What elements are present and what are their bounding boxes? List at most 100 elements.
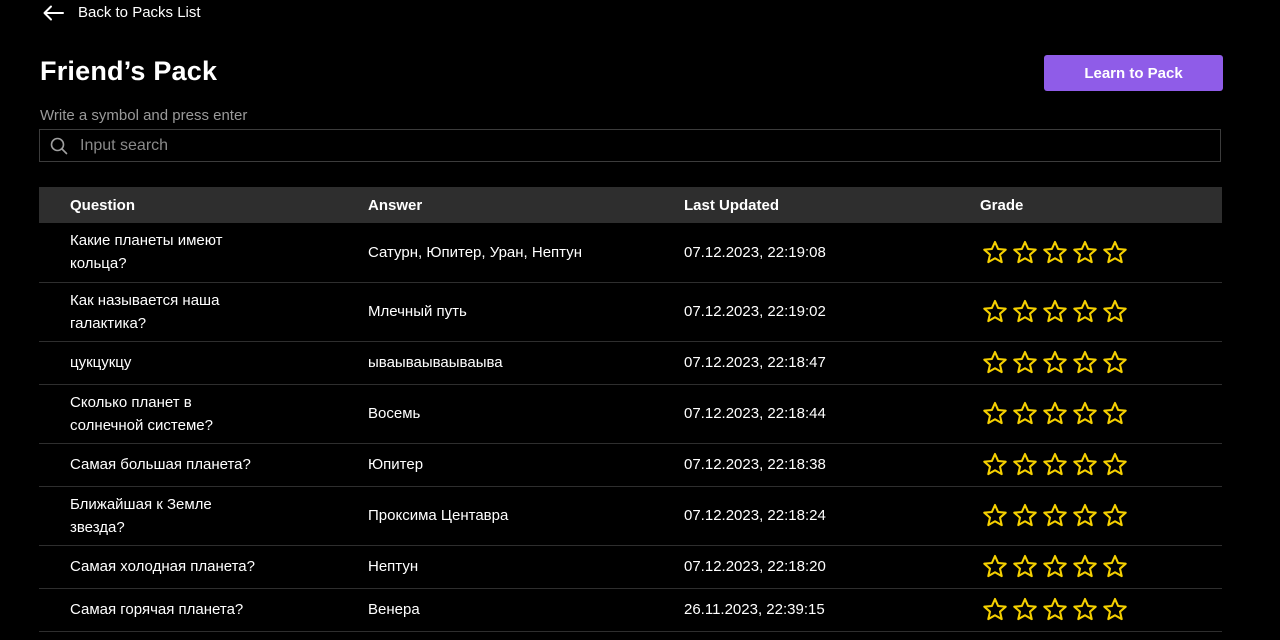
star-outline-icon[interactable] — [982, 299, 1008, 324]
grade-stars — [982, 554, 1222, 579]
cell-question: Сколько планет в солнечной системе? — [39, 384, 368, 443]
page: Back to Packs List Friend’s Pack Learn t… — [0, 0, 1280, 640]
star-outline-icon[interactable] — [982, 350, 1008, 375]
page-title: Friend’s Pack — [40, 56, 218, 86]
search-icon — [50, 137, 68, 155]
star-outline-icon[interactable] — [1012, 554, 1038, 579]
star-outline-icon[interactable] — [1072, 554, 1098, 579]
star-outline-icon[interactable] — [1042, 299, 1068, 324]
star-outline-icon[interactable] — [1072, 452, 1098, 477]
question-text: Ближайшая к Земле звезда? — [70, 495, 212, 536]
table-row: Ближайшая к Земле звезда? Проксима Центав… — [39, 486, 1222, 545]
star-outline-icon[interactable] — [1072, 597, 1098, 622]
cards-table: Question Answer Last Updated Grade Какие… — [39, 187, 1222, 632]
cell-grade — [980, 282, 1222, 341]
star-outline-icon[interactable] — [982, 597, 1008, 622]
star-outline-icon[interactable] — [1102, 401, 1128, 426]
cell-grade — [980, 341, 1222, 384]
star-outline-icon[interactable] — [1072, 299, 1098, 324]
question-text: Самая горячая планета? — [70, 601, 244, 618]
cell-answer: Проксима Центавра — [368, 507, 509, 524]
cell-grade — [980, 588, 1222, 631]
cell-question: Какие планеты имеют кольца? — [39, 223, 368, 282]
cell-answer: Юпитер — [368, 456, 424, 473]
table-row: Самая горячая планета? Венера 26.11.2023, … — [39, 588, 1222, 631]
table-row: Самая холодная планета? Нептун 07.12.2023,… — [39, 545, 1222, 588]
table-row: Какие планеты имеют кольца? Сатурн, Юпите… — [39, 223, 1222, 282]
cell-question: Самая большая планета? — [39, 443, 368, 486]
star-outline-icon[interactable] — [982, 452, 1008, 477]
column-header-grade[interactable]: Grade — [980, 187, 1222, 223]
star-outline-icon[interactable] — [1072, 240, 1098, 265]
cell-last-updated: 07.12.2023, 22:19:08 — [684, 243, 826, 261]
arrow-left-icon — [42, 5, 64, 21]
cell-last-updated: 07.12.2023, 22:19:02 — [684, 303, 826, 320]
grade-stars — [982, 503, 1222, 528]
grade-stars — [982, 597, 1222, 622]
star-outline-icon[interactable] — [1042, 597, 1068, 622]
star-outline-icon[interactable] — [982, 401, 1008, 426]
cell-question: Самая холодная планета? — [39, 545, 368, 588]
cell-grade — [980, 545, 1222, 588]
star-outline-icon[interactable] — [1042, 240, 1068, 265]
question-text: Самая холодная планета? — [70, 558, 255, 575]
cell-answer: ываываываываыва — [368, 354, 503, 371]
star-outline-icon[interactable] — [1102, 350, 1128, 375]
cell-grade — [980, 223, 1222, 282]
question-text: Какие планеты имеют кольца? — [70, 232, 223, 273]
star-outline-icon[interactable] — [1102, 452, 1128, 477]
table-row: Самая большая планета? Юпитер 07.12.2023, … — [39, 443, 1222, 486]
question-text: Самая большая планета? — [70, 456, 251, 473]
grade-stars — [982, 240, 1222, 265]
question-text: Сколько планет в солнечной системе? — [70, 393, 213, 434]
grade-stars — [982, 452, 1222, 477]
star-outline-icon[interactable] — [1012, 401, 1038, 426]
star-outline-icon[interactable] — [1042, 350, 1068, 375]
star-outline-icon[interactable] — [1042, 554, 1068, 579]
table-body: Какие планеты имеют кольца? Сатурн, Юпите… — [39, 223, 1222, 631]
star-outline-icon[interactable] — [1042, 401, 1068, 426]
table-header-row: Question Answer Last Updated Grade — [39, 187, 1222, 223]
cell-answer: Нептун — [368, 558, 419, 575]
star-outline-icon[interactable] — [1042, 452, 1068, 477]
cell-question: Самая горячая планета? — [39, 588, 368, 631]
back-to-packs-link[interactable]: Back to Packs List — [42, 4, 201, 21]
search-box — [39, 129, 1221, 162]
column-header-question[interactable]: Question — [39, 187, 368, 223]
search-input[interactable] — [78, 129, 1220, 162]
column-header-last-updated[interactable]: Last Updated — [684, 187, 980, 223]
star-outline-icon[interactable] — [982, 503, 1008, 528]
star-outline-icon[interactable] — [1012, 503, 1038, 528]
cell-last-updated: 07.12.2023, 22:18:24 — [684, 507, 826, 524]
cell-last-updated: 07.12.2023, 22:18:44 — [684, 405, 826, 422]
column-header-answer[interactable]: Answer — [368, 187, 684, 223]
star-outline-icon[interactable] — [1102, 503, 1128, 528]
cell-answer: Восемь — [368, 405, 421, 422]
star-outline-icon[interactable] — [1012, 299, 1038, 324]
star-outline-icon[interactable] — [1072, 503, 1098, 528]
star-outline-icon[interactable] — [1102, 240, 1128, 265]
star-outline-icon[interactable] — [1102, 554, 1128, 579]
star-outline-icon[interactable] — [1102, 299, 1128, 324]
cell-question: Ближайшая к Земле звезда? — [39, 486, 368, 545]
star-outline-icon[interactable] — [1072, 401, 1098, 426]
star-outline-icon[interactable] — [1012, 240, 1038, 265]
cell-grade — [980, 384, 1222, 443]
cell-last-updated: 07.12.2023, 22:18:47 — [684, 354, 826, 371]
search-hint: Write a symbol and press enter — [40, 107, 248, 124]
star-outline-icon[interactable] — [982, 554, 1008, 579]
question-text: Как называется наша галактика? — [70, 291, 220, 332]
star-outline-icon[interactable] — [1012, 350, 1038, 375]
cell-last-updated: 26.11.2023, 22:39:15 — [684, 601, 825, 618]
learn-to-pack-button[interactable]: Learn to Pack — [1044, 55, 1223, 91]
star-outline-icon[interactable] — [1042, 503, 1068, 528]
star-outline-icon[interactable] — [1102, 597, 1128, 622]
cell-answer: Венера — [368, 601, 420, 618]
star-outline-icon[interactable] — [1072, 350, 1098, 375]
cell-last-updated: 07.12.2023, 22:18:20 — [684, 558, 826, 575]
star-outline-icon[interactable] — [1012, 452, 1038, 477]
star-outline-icon[interactable] — [1012, 597, 1038, 622]
cell-last-updated: 07.12.2023, 22:18:38 — [684, 456, 826, 473]
star-outline-icon[interactable] — [982, 240, 1008, 265]
cell-answer: Млечный путь — [368, 303, 467, 320]
